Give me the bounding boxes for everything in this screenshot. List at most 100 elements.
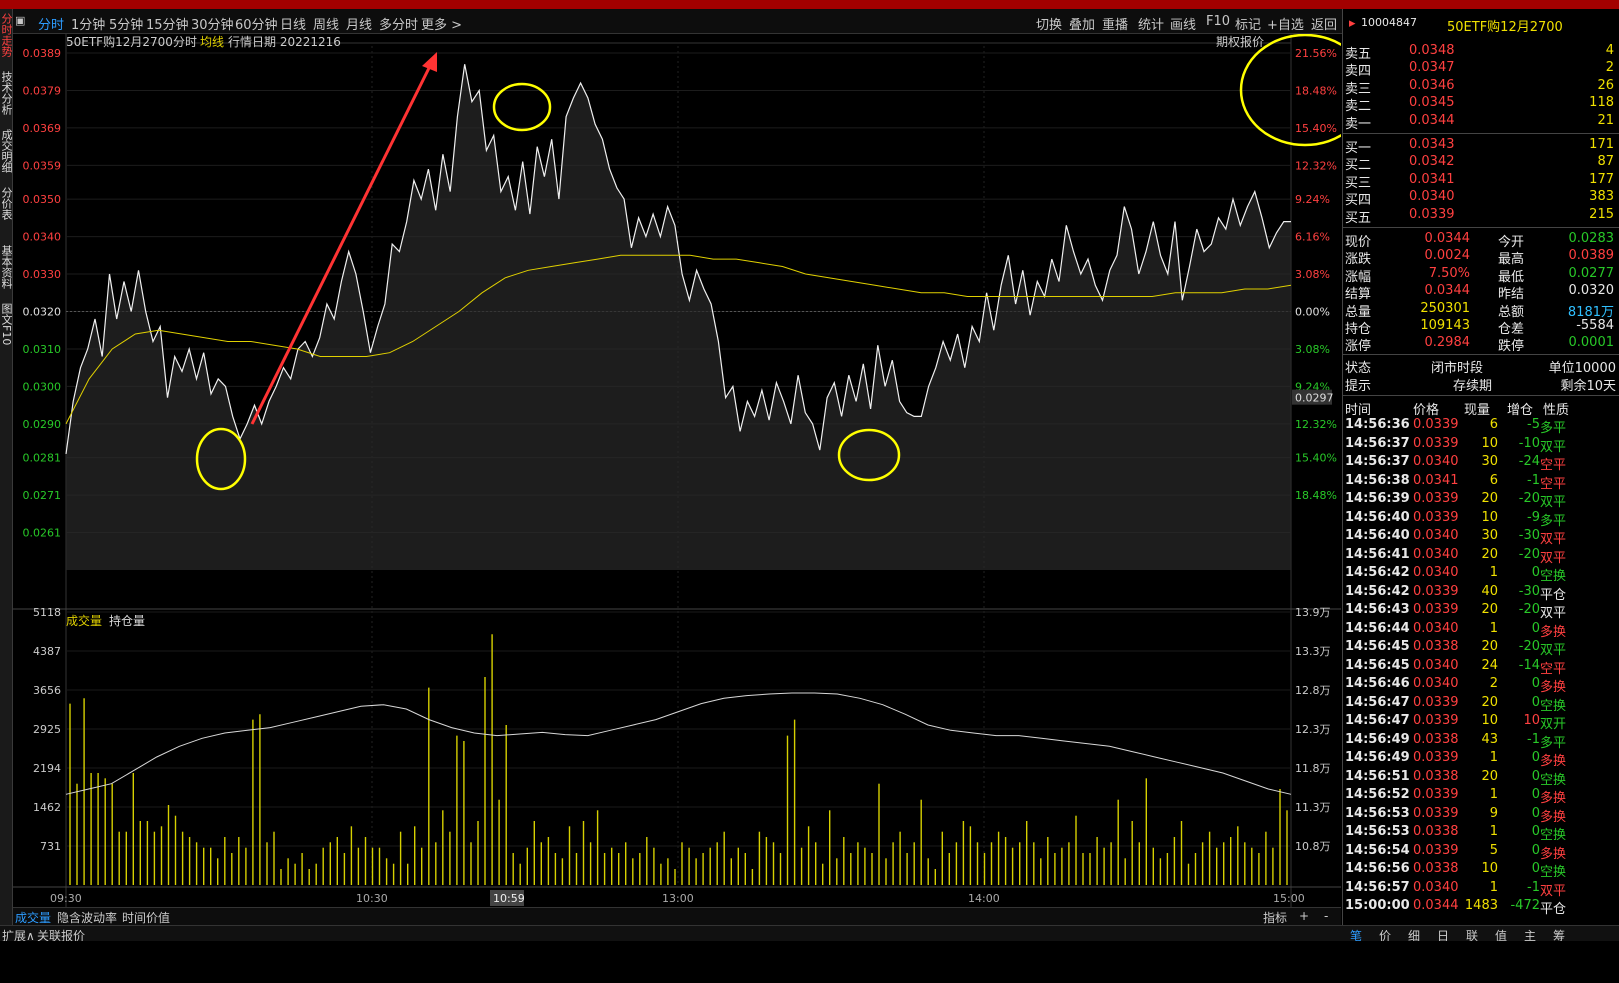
tick-qty: 43 xyxy=(1481,731,1498,747)
tick-time: 14:56:52 xyxy=(1345,787,1410,802)
tick-row: 14:56:51 0.0338 20 0 空换 xyxy=(1343,768,1619,788)
tick-qty: 1483 xyxy=(1464,898,1498,913)
tab-period[interactable]: 分时 xyxy=(38,14,64,33)
time-tick: 14:00 xyxy=(968,892,1000,905)
tick-row: 14:56:47 0.0339 10 10 双开 xyxy=(1343,713,1619,732)
price-tick: 0.0310 xyxy=(23,343,62,356)
pct-tick: 6.16% xyxy=(1295,231,1330,244)
pct-tick: 9.24% xyxy=(1295,193,1330,206)
chart-area[interactable]: 50ETF购12月2700 分时 均线 行情日期 20221216 期权报价 0.0389… xyxy=(13,33,1371,912)
status-label: 状态 xyxy=(1345,361,1372,376)
tick-time: 14:56:40 xyxy=(1345,528,1410,543)
tick-time: 14:56:47 xyxy=(1345,713,1410,728)
tick-price: 0.0339 xyxy=(1413,750,1459,765)
pct-tick: 12.32% xyxy=(1295,418,1337,431)
tab-period[interactable]: 30分钟 xyxy=(191,14,234,33)
intraday-chart[interactable]: 50ETF购12月2700 分时 均线 行情日期 20221216 期权报价 0.0389… xyxy=(13,33,1371,912)
tick-oi-change: -472 xyxy=(1510,898,1540,913)
tick-row: 14:56:56 0.0338 10 0 空换 xyxy=(1343,861,1619,880)
rail-tab[interactable]: 图文F10 xyxy=(0,303,13,345)
bid-row: 买五 0.0339 215 xyxy=(1343,206,1619,226)
oi-tick: 13.3万 xyxy=(1295,645,1331,658)
layout-toggle-icon[interactable]: ▣ xyxy=(15,14,25,27)
tick-nature: 多换 xyxy=(1540,624,1567,640)
rail-tab[interactable]: 分价表 xyxy=(0,187,13,220)
indicator-tab[interactable]: 隐含波动率 xyxy=(57,909,117,926)
instrument-code: 10004847 xyxy=(1361,16,1417,29)
indicator-control[interactable]: 指标 xyxy=(1263,909,1287,926)
tick-time: 14:56:37 xyxy=(1345,454,1410,469)
tab-period[interactable]: 日线 xyxy=(280,14,306,33)
quote-label: 总额 xyxy=(1498,304,1525,320)
bid-qty: 177 xyxy=(1589,171,1614,187)
tick-time: 14:56:49 xyxy=(1345,750,1410,765)
ticks-col-header: 现量 xyxy=(1464,403,1491,418)
tick-time: 14:56:39 xyxy=(1345,491,1410,506)
tab-period[interactable]: 15分钟 xyxy=(146,14,189,33)
tick-qty: 6 xyxy=(1489,472,1498,488)
tick-time: 14:56:54 xyxy=(1345,842,1410,858)
tick-qty: 10 xyxy=(1481,435,1498,451)
rail-tab[interactable]: 成交明细 xyxy=(0,129,13,173)
tab-period[interactable]: 月线 xyxy=(346,14,372,33)
tick-oi-change: 0 xyxy=(1531,805,1540,821)
tick-oi-change: -10 xyxy=(1518,435,1540,451)
ticks-col-header: 性质 xyxy=(1543,403,1570,418)
toolbar-button[interactable]: 重播 xyxy=(1102,14,1128,33)
rail-tab[interactable]: 分时走势 xyxy=(0,13,13,57)
tab-period[interactable]: 5分钟 xyxy=(109,14,143,33)
quote-panel-footer-tabs: 笔价细日联值主筹 xyxy=(1342,925,1619,943)
option-quote-label[interactable]: 期权报价 xyxy=(1216,34,1264,49)
tick-nature: 多平 xyxy=(1540,421,1567,436)
volume-tick: 5118 xyxy=(33,606,61,619)
tick-nature: 多换 xyxy=(1540,846,1567,862)
ask-price: 0.0346 xyxy=(1409,77,1455,93)
rail-tab[interactable]: 技术分析 xyxy=(0,71,13,115)
tab-period[interactable]: 60分钟 xyxy=(235,14,278,33)
tick-nature: 双平 xyxy=(1540,643,1567,658)
quote-label: 昨结 xyxy=(1498,287,1525,303)
toolbar-button[interactable]: 返回 xyxy=(1311,14,1337,33)
indicator-tab[interactable]: 时间价值 xyxy=(122,909,170,926)
tick-row: 14:56:49 0.0339 1 0 多换 xyxy=(1343,750,1619,769)
tick-time: 14:56:45 xyxy=(1345,639,1410,654)
tab-period[interactable]: 更多 > xyxy=(421,14,462,33)
quote-row: 总量 250301 总额 8181万 xyxy=(1343,301,1619,320)
tick-nature: 多换 xyxy=(1540,791,1567,806)
tick-time: 14:56:37 xyxy=(1345,435,1410,451)
toolbar-button[interactable]: 叠加 xyxy=(1069,14,1095,33)
indicator-control[interactable]: + xyxy=(1299,909,1309,923)
tick-row: 14:56:41 0.0340 20 -20 双平 xyxy=(1343,546,1619,566)
toolbar-button[interactable]: +自选 xyxy=(1267,14,1304,33)
tab-period[interactable]: 周线 xyxy=(313,14,339,33)
tick-qty: 1 xyxy=(1489,620,1498,636)
tab-period[interactable]: 多分时 xyxy=(379,14,418,33)
toolbar-button[interactable]: F10 xyxy=(1206,14,1230,29)
tick-qty: 20 xyxy=(1481,491,1498,506)
pct-tick: 18.48% xyxy=(1295,84,1337,97)
tick-oi-change: 0 xyxy=(1531,620,1540,636)
tick-price: 0.0340 xyxy=(1413,546,1459,562)
tick-oi-change: -20 xyxy=(1518,602,1540,617)
toolbar-button[interactable]: 画线 xyxy=(1170,14,1196,33)
tick-nature: 空平 xyxy=(1540,458,1567,473)
toolbar-button[interactable]: 标记 xyxy=(1235,14,1261,33)
tab-period[interactable]: 1分钟 xyxy=(71,14,105,33)
ask-price: 0.0345 xyxy=(1409,95,1455,111)
bid-price: 0.0339 xyxy=(1409,206,1455,222)
quote-label: 最低 xyxy=(1498,269,1525,285)
toolbar-button[interactable]: 切换 xyxy=(1036,14,1062,33)
tick-qty: 10 xyxy=(1481,509,1498,525)
bid-price: 0.0340 xyxy=(1409,189,1455,205)
toolbar-button[interactable]: 统计 xyxy=(1138,14,1164,33)
tick-qty: 20 xyxy=(1481,546,1498,562)
tick-qty: 20 xyxy=(1481,768,1498,784)
tick-oi-change: 0 xyxy=(1531,676,1540,691)
tick-row: 14:56:36 0.0339 6 -5 多平 xyxy=(1343,417,1619,436)
status-line: 扩展∧ 关联报价 xyxy=(0,925,1342,943)
rail-tab[interactable]: 基本资料 xyxy=(0,245,13,289)
tick-price: 0.0338 xyxy=(1413,824,1459,839)
indicator-tab[interactable]: 成交量 xyxy=(15,909,51,926)
indicator-control[interactable]: - xyxy=(1324,909,1328,923)
tick-oi-change: 0 xyxy=(1531,694,1540,710)
